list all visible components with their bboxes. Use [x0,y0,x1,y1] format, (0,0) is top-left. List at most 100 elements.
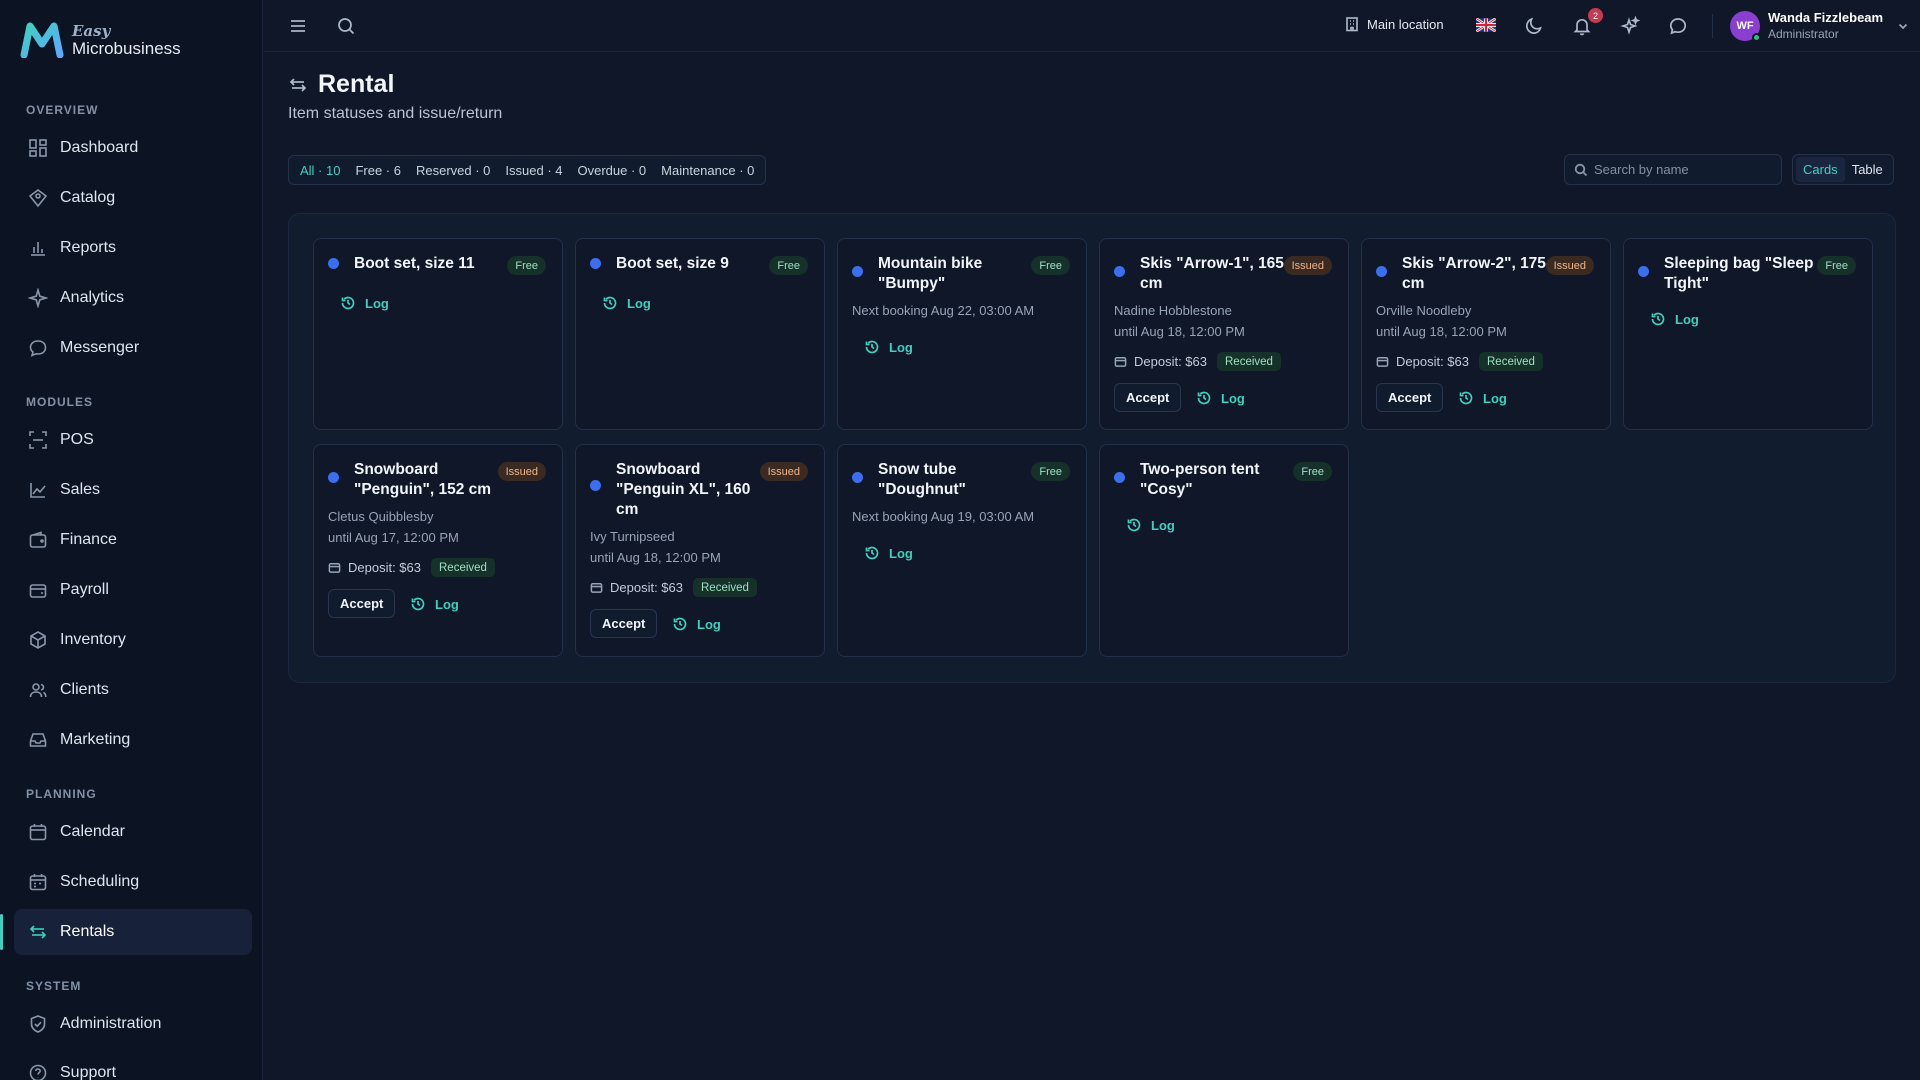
global-search-button[interactable] [334,14,358,38]
sidebar-item-label: Marketing [60,731,131,748]
log-button[interactable]: Log [1650,311,1699,327]
notification-count-badge: 2 [1588,8,1603,23]
sidebar-item-rentals[interactable]: Rentals [14,909,252,955]
sidebar-item-messenger[interactable]: Messenger [14,325,252,371]
status-badge: Issued [1545,256,1594,275]
history-icon [1197,391,1211,405]
menu-icon [291,20,305,32]
sidebar-item-label: Inventory [60,631,126,648]
view-table-button[interactable]: Table [1845,157,1890,182]
wallet-icon [1114,357,1127,367]
log-button[interactable]: Log [602,295,651,311]
status-badge: Free [1031,256,1070,275]
sidebar-item-label: Analytics [60,289,125,306]
filter-reserved[interactable]: Reserved · 0 [411,163,495,178]
brand-logo[interactable]: Easy Microbusiness [20,20,181,60]
sidebar-item-pos[interactable]: POS [14,417,252,463]
accept-button[interactable]: Accept [1376,383,1444,412]
rental-card[interactable]: Two-person tent "Cosy" Free Log [1099,444,1349,657]
received-badge: Received [1479,352,1543,371]
status-dot [328,472,339,483]
sidebar-item-finance[interactable]: Finance [14,517,252,563]
history-icon [1459,391,1473,405]
rental-card[interactable]: Boot set, size 11 Free Log [313,238,563,430]
inbox-icon [29,733,47,747]
log-button[interactable]: Log [1458,390,1507,406]
wallet-icon [590,583,603,593]
log-label: Log [1675,311,1699,327]
shield-check-icon [30,1015,46,1033]
log-button[interactable]: Log [410,596,459,612]
rental-card[interactable]: Mountain bike "Bumpy" Free Next booking … [837,238,1087,430]
user-name: Wanda Fizzlebeam [1768,10,1884,25]
sidebar-item-payroll[interactable]: Payroll [14,567,252,613]
uk-flag-icon[interactable] [1476,18,1496,32]
sidebar-item-sales[interactable]: Sales [14,467,252,513]
sidebar-item-clients[interactable]: Clients [14,667,252,713]
deposit-amount: Deposit: $63 [1134,354,1207,369]
accept-button[interactable]: Accept [1114,383,1182,412]
section-system: SYSTEM [26,979,82,993]
rental-card[interactable]: Boot set, size 9 Free Log [575,238,825,430]
log-button[interactable]: Log [1196,390,1245,406]
rental-card[interactable]: Snow tube "Doughnut" Free Next booking A… [837,444,1087,657]
box-icon [30,631,46,649]
location-selector[interactable]: Main location [1344,16,1444,32]
log-button[interactable]: Log [864,339,913,355]
rental-card[interactable]: Snowboard "Penguin", 152 cm Issued Cletu… [313,444,563,657]
card-title: Snow tube "Doughnut" [878,461,966,498]
card-title: Boot set, size 9 [616,255,729,272]
rental-card[interactable]: Snowboard "Penguin XL", 160 cm Issued Iv… [575,444,825,657]
sidebar-item-label: Reports [60,239,117,256]
search-input[interactable] [1594,162,1774,177]
view-cards-button[interactable]: Cards [1796,157,1845,182]
rental-card[interactable]: Skis "Arrow-2", 175 cm Issued Orville No… [1361,238,1611,430]
ai-assistant-button[interactable] [1618,14,1642,38]
filter-issued[interactable]: Issued · 4 [500,163,567,178]
filter-maintenance[interactable]: Maintenance · 0 [656,163,759,178]
messages-button[interactable] [1666,14,1690,38]
history-icon [1127,518,1141,532]
sidebar-item-label: Administration [60,1015,162,1032]
log-button[interactable]: Log [672,616,721,632]
filter-free[interactable]: Free · 6 [350,163,406,178]
search-box [1564,154,1782,185]
deposit-row: Deposit: $63 Received [1376,352,1543,371]
location-label: Main location [1367,16,1444,32]
accept-button[interactable]: Accept [328,589,396,618]
sidebar-item-label: Sales [60,481,101,498]
sidebar-item-reports[interactable]: Reports [14,225,252,271]
sidebar-item-support[interactable]: Support [14,1050,252,1080]
rental-card[interactable]: Skis "Arrow-1", 165 cm Issued Nadine Hob… [1099,238,1349,430]
user-menu[interactable]: WF Wanda Fizzlebeam Administrator [1730,10,1909,42]
avatar: WF [1730,11,1761,42]
sidebar: Easy Microbusiness OVERVIEW Dashboard Ca… [0,0,263,1080]
sidebar-item-inventory[interactable]: Inventory [14,617,252,663]
received-badge: Received [693,578,757,597]
sidebar-item-calendar[interactable]: Calendar [14,809,252,855]
sidebar-item-catalog[interactable]: Catalog [14,175,252,221]
filter-all[interactable]: All · 10 [295,163,345,178]
filter-overdue[interactable]: Overdue · 0 [573,163,652,178]
log-button[interactable]: Log [1126,517,1175,533]
log-label: Log [627,295,651,311]
card-title: Snowboard "Penguin", 152 cm [354,461,492,498]
log-button[interactable]: Log [340,295,389,311]
sidebar-item-marketing[interactable]: Marketing [14,717,252,763]
due-date: until Aug 17, 12:00 PM [328,530,459,545]
dashboard-icon [29,139,47,157]
log-button[interactable]: Log [864,545,913,561]
log-label: Log [889,339,913,355]
menu-toggle-button[interactable] [286,14,310,38]
theme-toggle-button[interactable] [1522,14,1546,38]
sidebar-item-administration[interactable]: Administration [14,1001,252,1047]
sidebar-item-label: Payroll [60,581,109,598]
search-icon [338,18,355,35]
topbar-divider [1712,14,1713,38]
scan-icon [29,431,47,449]
sidebar-item-scheduling[interactable]: Scheduling [14,859,252,905]
sidebar-item-dashboard[interactable]: Dashboard [14,125,252,171]
accept-button[interactable]: Accept [590,609,658,638]
rental-card[interactable]: Sleeping bag "Sleep Tight" Free Log [1623,238,1873,430]
sidebar-item-analytics[interactable]: Analytics [14,275,252,321]
